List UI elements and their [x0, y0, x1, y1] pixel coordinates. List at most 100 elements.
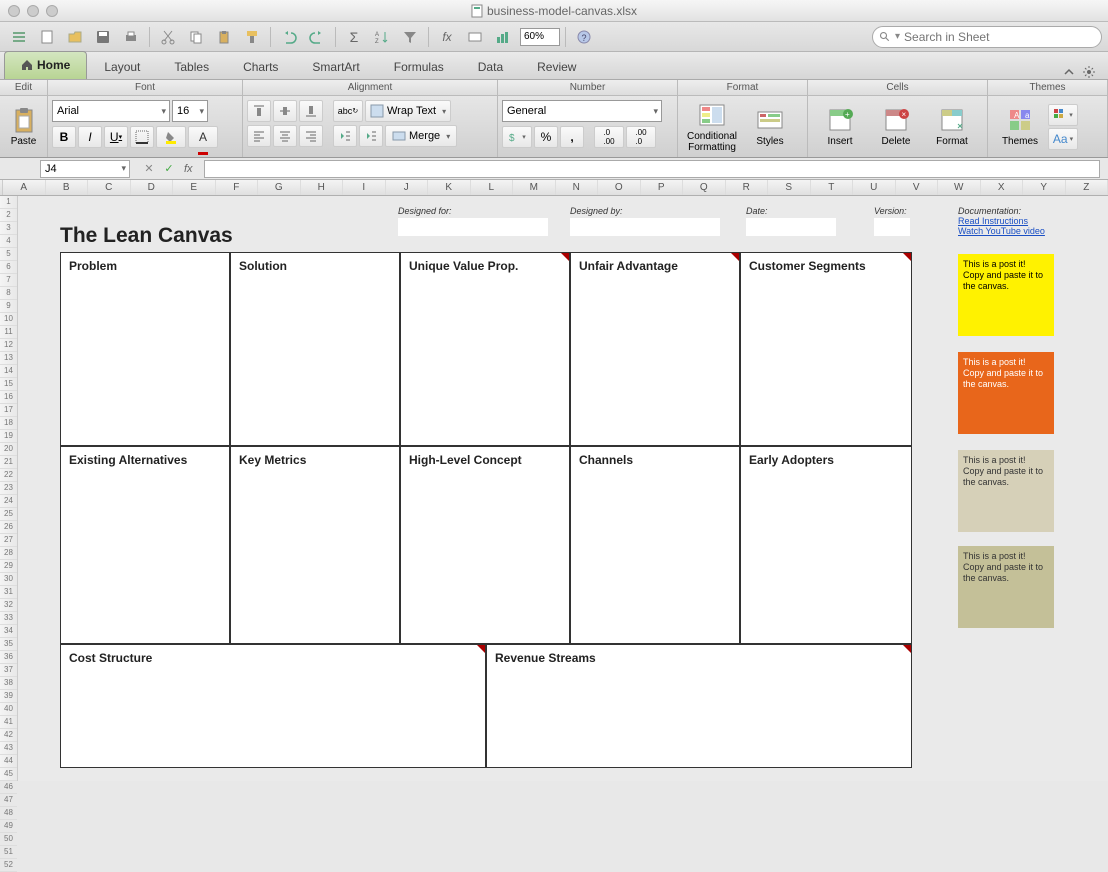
- row-11[interactable]: 11: [0, 326, 17, 339]
- conditional-formatting-button[interactable]: ConditionalFormatting: [682, 100, 742, 153]
- zoom-level[interactable]: 60%: [520, 28, 560, 46]
- col-H[interactable]: H: [301, 180, 344, 195]
- row-27[interactable]: 27: [0, 534, 17, 547]
- col-D[interactable]: D: [131, 180, 174, 195]
- canvas-section[interactable]: Customer Segments: [740, 252, 912, 446]
- copy-icon[interactable]: [183, 25, 209, 49]
- tab-review[interactable]: Review: [520, 53, 593, 79]
- canvas-section[interactable]: Unfair Advantage: [570, 252, 740, 446]
- accept-formula[interactable]: ✓: [160, 160, 178, 178]
- comment-indicator-icon[interactable]: [477, 645, 485, 653]
- row-34[interactable]: 34: [0, 625, 17, 638]
- wrap-text-button[interactable]: Wrap Text: [365, 100, 451, 122]
- col-B[interactable]: B: [46, 180, 89, 195]
- comma-button[interactable]: ,: [560, 126, 584, 148]
- paste-icon[interactable]: [211, 25, 237, 49]
- currency-button[interactable]: $: [502, 126, 532, 148]
- row-35[interactable]: 35: [0, 638, 17, 651]
- row-26[interactable]: 26: [0, 521, 17, 534]
- show-formulas-icon[interactable]: [462, 25, 488, 49]
- align-right[interactable]: [299, 125, 323, 147]
- underline-button[interactable]: U▾: [104, 126, 128, 148]
- row-23[interactable]: 23: [0, 482, 17, 495]
- col-R[interactable]: R: [726, 180, 769, 195]
- canvas-section[interactable]: Cost Structure: [60, 644, 486, 768]
- comment-indicator-icon[interactable]: [903, 645, 911, 653]
- tab-data[interactable]: Data: [461, 53, 520, 79]
- tab-layout[interactable]: Layout: [87, 53, 157, 79]
- print-icon[interactable]: [118, 25, 144, 49]
- row-17[interactable]: 17: [0, 404, 17, 417]
- cut-icon[interactable]: [155, 25, 181, 49]
- border-button[interactable]: [130, 126, 154, 148]
- zoom-window[interactable]: [46, 5, 58, 17]
- row-32[interactable]: 32: [0, 599, 17, 612]
- cancel-formula[interactable]: ✕: [140, 160, 158, 178]
- align-top[interactable]: [247, 100, 271, 122]
- col-Q[interactable]: Q: [683, 180, 726, 195]
- row-3[interactable]: 3: [0, 222, 17, 235]
- col-F[interactable]: F: [216, 180, 259, 195]
- align-bottom[interactable]: [299, 100, 323, 122]
- canvas-section[interactable]: Revenue Streams: [486, 644, 912, 768]
- col-O[interactable]: O: [598, 180, 641, 195]
- tab-smartart[interactable]: SmartArt: [295, 53, 376, 79]
- row-25[interactable]: 25: [0, 508, 17, 521]
- row-42[interactable]: 42: [0, 729, 17, 742]
- comment-indicator-icon[interactable]: [731, 253, 739, 261]
- row-47[interactable]: 47: [0, 794, 17, 807]
- col-L[interactable]: L: [471, 180, 514, 195]
- col-V[interactable]: V: [896, 180, 939, 195]
- col-Z[interactable]: Z: [1066, 180, 1108, 195]
- row-16[interactable]: 16: [0, 391, 17, 404]
- canvas-section[interactable]: Existing Alternatives: [60, 446, 230, 644]
- paste-button[interactable]: Paste: [0, 96, 47, 157]
- theme-colors[interactable]: [1048, 104, 1078, 126]
- close-window[interactable]: [8, 5, 20, 17]
- align-middle[interactable]: [273, 100, 297, 122]
- tab-charts[interactable]: Charts: [226, 53, 295, 79]
- row-46[interactable]: 46: [0, 781, 17, 794]
- align-center[interactable]: [273, 125, 297, 147]
- filter-icon[interactable]: [397, 25, 423, 49]
- row-44[interactable]: 44: [0, 755, 17, 768]
- help-icon[interactable]: ?: [571, 25, 597, 49]
- row-41[interactable]: 41: [0, 716, 17, 729]
- row-7[interactable]: 7: [0, 274, 17, 287]
- read-instructions-link[interactable]: Read Instructions: [958, 216, 1045, 226]
- row-52[interactable]: 52: [0, 859, 17, 872]
- redo-icon[interactable]: [304, 25, 330, 49]
- col-Y[interactable]: Y: [1023, 180, 1066, 195]
- col-A[interactable]: A: [3, 180, 46, 195]
- canvas-section[interactable]: Key Metrics: [230, 446, 400, 644]
- row-22[interactable]: 22: [0, 469, 17, 482]
- canvas-section[interactable]: Unique Value Prop.: [400, 252, 570, 446]
- undo-icon[interactable]: [276, 25, 302, 49]
- row-8[interactable]: 8: [0, 287, 17, 300]
- percent-button[interactable]: %: [534, 126, 558, 148]
- row-28[interactable]: 28: [0, 547, 17, 560]
- col-W[interactable]: W: [938, 180, 981, 195]
- col-M[interactable]: M: [513, 180, 556, 195]
- watch-video-link[interactable]: Watch YouTube video: [958, 226, 1045, 236]
- orientation-button[interactable]: abc↻: [333, 100, 363, 122]
- row-38[interactable]: 38: [0, 677, 17, 690]
- fx-icon[interactable]: fx: [434, 25, 460, 49]
- open-icon[interactable]: [62, 25, 88, 49]
- increase-decimal[interactable]: .0.00: [594, 126, 624, 148]
- col-P[interactable]: P: [641, 180, 684, 195]
- merge-button[interactable]: Merge: [385, 125, 457, 147]
- col-K[interactable]: K: [428, 180, 471, 195]
- italic-button[interactable]: I: [78, 126, 102, 148]
- save-icon[interactable]: [90, 25, 116, 49]
- row-48[interactable]: 48: [0, 807, 17, 820]
- comment-indicator-icon[interactable]: [903, 253, 911, 261]
- theme-fonts[interactable]: Aa: [1048, 128, 1078, 150]
- meta-input[interactable]: [570, 218, 720, 236]
- row-39[interactable]: 39: [0, 690, 17, 703]
- row-20[interactable]: 20: [0, 443, 17, 456]
- row-5[interactable]: 5: [0, 248, 17, 261]
- name-box[interactable]: J4: [40, 160, 130, 178]
- row-33[interactable]: 33: [0, 612, 17, 625]
- menu-icon[interactable]: [6, 25, 32, 49]
